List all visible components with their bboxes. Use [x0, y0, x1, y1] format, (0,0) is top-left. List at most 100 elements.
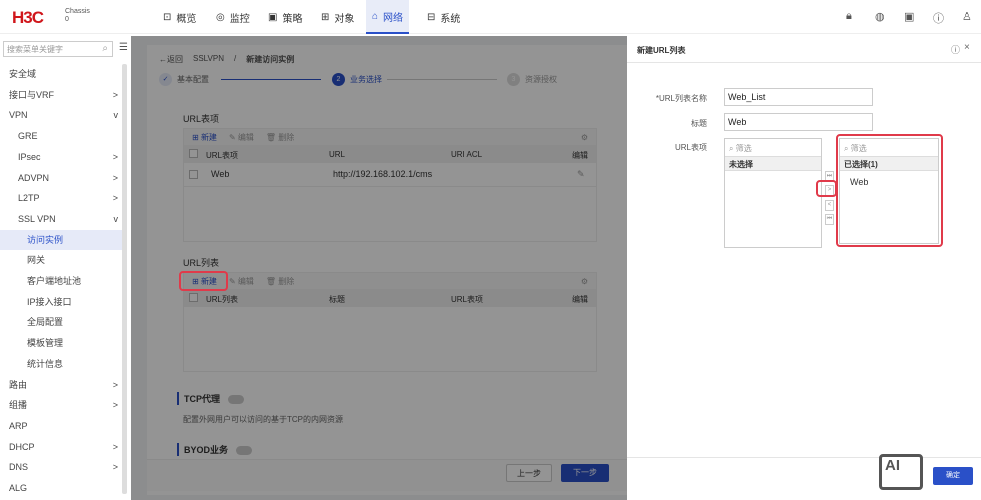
sidebar-item-label: 路由: [9, 379, 28, 390]
palette-icon[interactable]: ◍: [875, 10, 885, 23]
url-list-name-input[interactable]: Web_List: [724, 88, 873, 106]
sidebar-item-label: ADVPN: [18, 172, 50, 183]
sidebar-item[interactable]: 统计信息: [0, 354, 124, 374]
sidebar-item-label: IP接入接口: [27, 296, 72, 307]
sidebar-item-label: L2TP: [18, 193, 40, 204]
system-icon: ⊟: [427, 11, 436, 23]
network-icon: ⌂: [372, 10, 379, 22]
chevron-icon: >: [112, 193, 118, 204]
sidebar-item[interactable]: 客户端地址池: [0, 271, 124, 291]
user-icon[interactable]: ♙: [962, 10, 972, 23]
sidebar-item-label: SSL VPN: [18, 213, 56, 224]
drawer-title: 新建URL列表: [637, 46, 686, 55]
chevron-icon: >: [112, 89, 118, 100]
sidebar-item[interactable]: 全局配置: [0, 312, 124, 332]
nav-3[interactable]: ⊞ 对象: [315, 0, 360, 34]
monitor-eye-icon: ◎: [216, 11, 225, 23]
sidebar-item-label: DNS: [9, 462, 29, 473]
sidebar-item[interactable]: IPsec >: [0, 147, 124, 167]
nav-label: 概览: [176, 13, 197, 25]
highlight-new-button: [179, 271, 228, 291]
nav-label: 监控: [229, 13, 250, 25]
sidebar-item-label: VPN: [9, 110, 28, 121]
sidebar-item[interactable]: 安全域: [0, 64, 124, 84]
sidebar-item-label: IPsec: [18, 151, 41, 162]
chevron-icon: v: [113, 213, 119, 224]
nav-label: 系统: [440, 13, 461, 25]
sidebar-item[interactable]: IP接入接口: [0, 292, 124, 312]
title-label: 标题: [691, 119, 707, 128]
top-bar: H3C Chassis 0 ⊡ 概览 ◎ 监控 ▣ 策略 ⊞ 对象 ⌂ 网络 ⊟ 系统 🔒︎ ◍ ▣ ⓘ ♙: [0, 0, 981, 34]
watermark-logo: AI: [879, 454, 923, 490]
sidebar-item[interactable]: GRE: [0, 126, 124, 146]
sidebar-item-label: 网关: [27, 255, 46, 266]
menu-search-input[interactable]: 搜索菜单关键字 ⌕: [3, 41, 113, 57]
confirm-button[interactable]: 确定: [933, 467, 973, 485]
sidebar-item-label: 统计信息: [27, 358, 64, 369]
chevron-icon: >: [112, 151, 118, 162]
left-filter-input[interactable]: ⌕ 筛选: [725, 139, 821, 157]
sidebar-item[interactable]: 模板管理: [0, 333, 124, 353]
sidebar-item[interactable]: 组播 >: [0, 395, 124, 415]
help-icon[interactable]: ⓘ: [933, 10, 944, 26]
transfer-arrow-2[interactable]: <: [825, 200, 834, 211]
unselected-list: ⌕ 筛选 未选择: [724, 138, 822, 248]
chevron-icon: >: [112, 462, 118, 473]
sidebar-item-label: 组播: [9, 400, 28, 411]
sidebar-item[interactable]: ARP: [0, 416, 124, 436]
drawer-footer-divider: [627, 457, 981, 458]
sidebar-item[interactable]: DNS >: [0, 457, 124, 477]
sidebar-item-label: 访问实例: [27, 234, 64, 245]
object-grid-icon: ⊞: [321, 11, 330, 23]
divider: [627, 62, 981, 63]
sidebar-item[interactable]: VPN v: [0, 105, 124, 125]
transfer-arrow-3[interactable]: ⏮: [825, 214, 834, 225]
sidebar-item[interactable]: L2TP >: [0, 188, 124, 208]
sidebar-item-label: ARP: [9, 420, 28, 431]
monitor-icon: ⊡: [163, 11, 172, 23]
title-input[interactable]: Web: [724, 113, 873, 131]
sidebar-item[interactable]: SSL VPN v: [0, 209, 124, 229]
policy-icon: ▣: [268, 11, 278, 23]
sidebar-item-label: 安全域: [9, 69, 37, 79]
nav-5[interactable]: ⊟ 系统: [421, 0, 466, 34]
nav-0[interactable]: ⊡ 概览: [157, 0, 202, 34]
nav-label: 策略: [282, 13, 303, 25]
sidebar-item[interactable]: ALG: [0, 478, 124, 498]
nav-label: 网络: [383, 12, 404, 24]
help-icon[interactable]: ⓘ: [951, 43, 960, 56]
unselected-header: 未选择: [725, 157, 821, 171]
search-icon: ⌕: [102, 43, 108, 54]
sidebar-item-label: 模板管理: [27, 338, 64, 349]
chevron-icon: >: [112, 441, 118, 452]
sidebar-scrollbar[interactable]: [122, 64, 127, 494]
chevron-icon: >: [112, 400, 118, 411]
modal-overlay[interactable]: [131, 36, 627, 500]
sidebar-item-label: DHCP: [9, 441, 35, 452]
close-icon[interactable]: ×: [964, 42, 970, 53]
chevron-icon: >: [112, 172, 118, 183]
lock-icon[interactable]: 🔒︎: [846, 10, 852, 23]
device-label: Chassis 0: [65, 8, 90, 23]
nav-2[interactable]: ▣ 策略: [262, 0, 308, 34]
nav-4[interactable]: ⌂ 网络: [366, 0, 410, 34]
highlight-move-right: [816, 180, 837, 197]
sidebar-item-label: 全局配置: [27, 317, 64, 328]
sidebar-item[interactable]: 路由 >: [0, 375, 124, 395]
chevron-icon: >: [112, 379, 118, 390]
sidebar-item[interactable]: 访问实例: [0, 229, 124, 250]
nav-label: 对象: [334, 13, 355, 25]
nav-1[interactable]: ◎ 监控: [210, 0, 256, 34]
sidebar-item-label: 客户端地址池: [27, 276, 82, 286]
save-icon[interactable]: ▣: [904, 10, 914, 23]
sidebar-item[interactable]: 网关: [0, 250, 124, 270]
collapse-menu-icon[interactable]: ☰: [119, 42, 128, 53]
sidebar-item[interactable]: ADVPN >: [0, 168, 124, 188]
h3c-logo: H3C: [12, 8, 44, 27]
sidebar-item-label: GRE: [18, 131, 38, 142]
url-items-label: URL表项: [674, 143, 707, 152]
sidebar-item[interactable]: 接口与VRF >: [0, 85, 124, 105]
highlight-selected-list: [836, 134, 943, 247]
sidebar-item[interactable]: DHCP >: [0, 437, 124, 457]
sidebar-item-label: 接口与VRF: [9, 89, 55, 100]
